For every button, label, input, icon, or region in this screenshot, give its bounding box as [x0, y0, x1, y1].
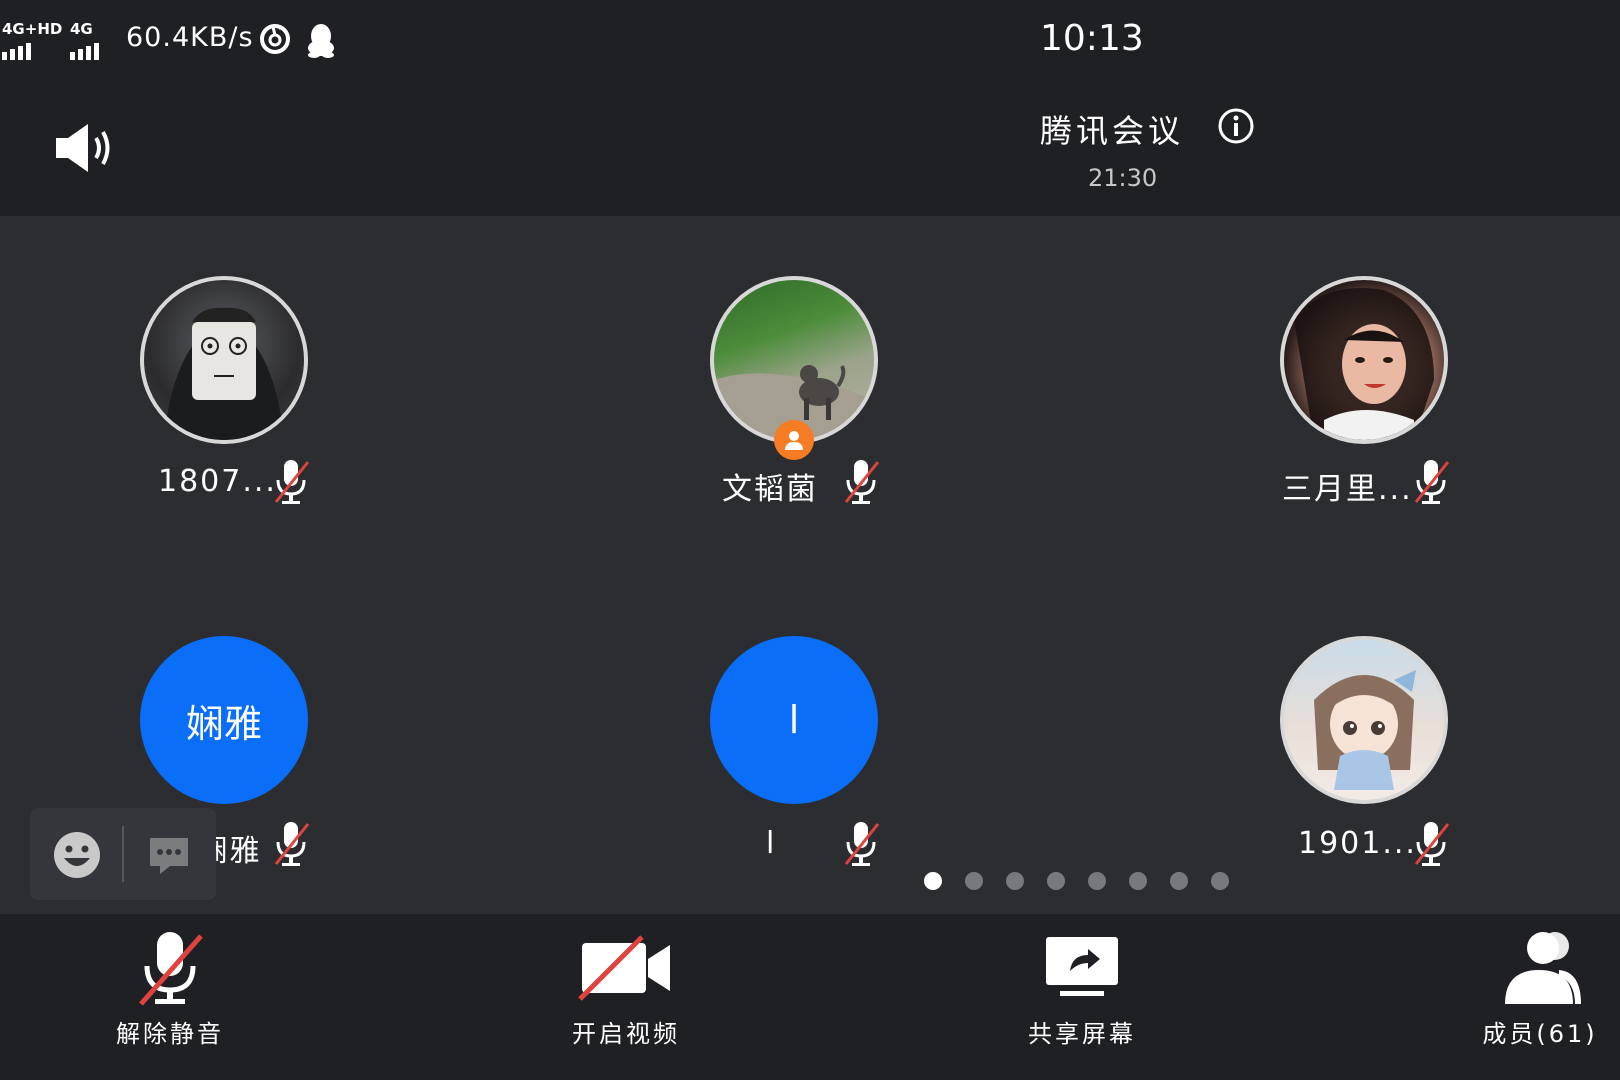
start-video-button[interactable]: 开启视频 — [556, 914, 696, 1080]
participant-avatar — [1280, 636, 1448, 804]
signal-bars-icon — [2, 43, 62, 60]
mic-muted-icon — [270, 820, 314, 872]
emoji-icon[interactable] — [52, 830, 102, 884]
signal-indicator-2: 4G — [70, 22, 99, 60]
qq-penguin-icon — [306, 22, 336, 62]
reaction-chat-panel — [30, 808, 216, 900]
host-badge-icon — [774, 420, 814, 460]
participant-name: l — [766, 826, 777, 861]
mic-muted-icon — [1410, 458, 1454, 510]
participant-avatar — [710, 276, 878, 444]
status-bar: 4G+HD 4G 60.4KB/s 10:13 — [0, 0, 1620, 80]
mic-muted-icon — [1410, 820, 1454, 872]
mic-muted-icon — [135, 928, 205, 1008]
bottom-toolbar: 解除静音 开启视频 共享屏幕 成员(61) — [0, 914, 1620, 1080]
page-indicator[interactable] — [924, 872, 1229, 890]
participant-name: 文韬菌 — [722, 472, 818, 507]
unmute-button[interactable]: 解除静音 — [100, 914, 240, 1080]
info-icon[interactable] — [1218, 108, 1254, 148]
speaker-icon[interactable] — [54, 120, 118, 180]
participant-name: 1901... — [1298, 826, 1417, 861]
participant-name: 1807... — [158, 464, 277, 499]
video-off-icon — [578, 928, 674, 1008]
meeting-duration: 21:30 — [1088, 164, 1158, 192]
participant-name: 三月里... — [1282, 472, 1413, 507]
network-speed: 60.4KB/s — [126, 22, 254, 53]
mic-muted-icon — [840, 458, 884, 510]
page-dot[interactable] — [1047, 872, 1065, 890]
members-button[interactable]: 成员(61) — [1460, 914, 1620, 1080]
page-dot[interactable] — [1006, 872, 1024, 890]
clock: 10:13 — [1040, 18, 1144, 59]
participant-avatar: l — [710, 636, 878, 804]
signal-bars-icon — [70, 43, 99, 60]
top-bar: 4G+HD 4G 60.4KB/s 10:13 腾讯会议 21:30 — [0, 0, 1620, 216]
page-dot[interactable] — [1129, 872, 1147, 890]
avatar-initials: l — [788, 698, 800, 742]
participant-avatar: 娴雅 — [140, 636, 308, 804]
meeting-title: 腾讯会议 — [1040, 112, 1185, 150]
share-screen-icon — [1044, 928, 1120, 1008]
divider — [122, 826, 124, 882]
chat-icon[interactable] — [146, 832, 192, 882]
page-dot[interactable] — [1088, 872, 1106, 890]
avatar-initials: 娴雅 — [185, 701, 262, 746]
participant-avatar — [140, 276, 308, 444]
members-icon — [1497, 928, 1583, 1008]
signal-indicator-1: 4G+HD — [2, 22, 62, 60]
mic-muted-icon — [270, 458, 314, 510]
share-screen-button[interactable]: 共享屏幕 — [1012, 914, 1152, 1080]
page-dot[interactable] — [1211, 872, 1229, 890]
page-dot[interactable] — [965, 872, 983, 890]
page-dot[interactable] — [924, 872, 942, 890]
page-dot[interactable] — [1170, 872, 1188, 890]
mic-muted-icon — [840, 820, 884, 872]
netease-music-icon — [258, 22, 292, 60]
participant-avatar — [1280, 276, 1448, 444]
